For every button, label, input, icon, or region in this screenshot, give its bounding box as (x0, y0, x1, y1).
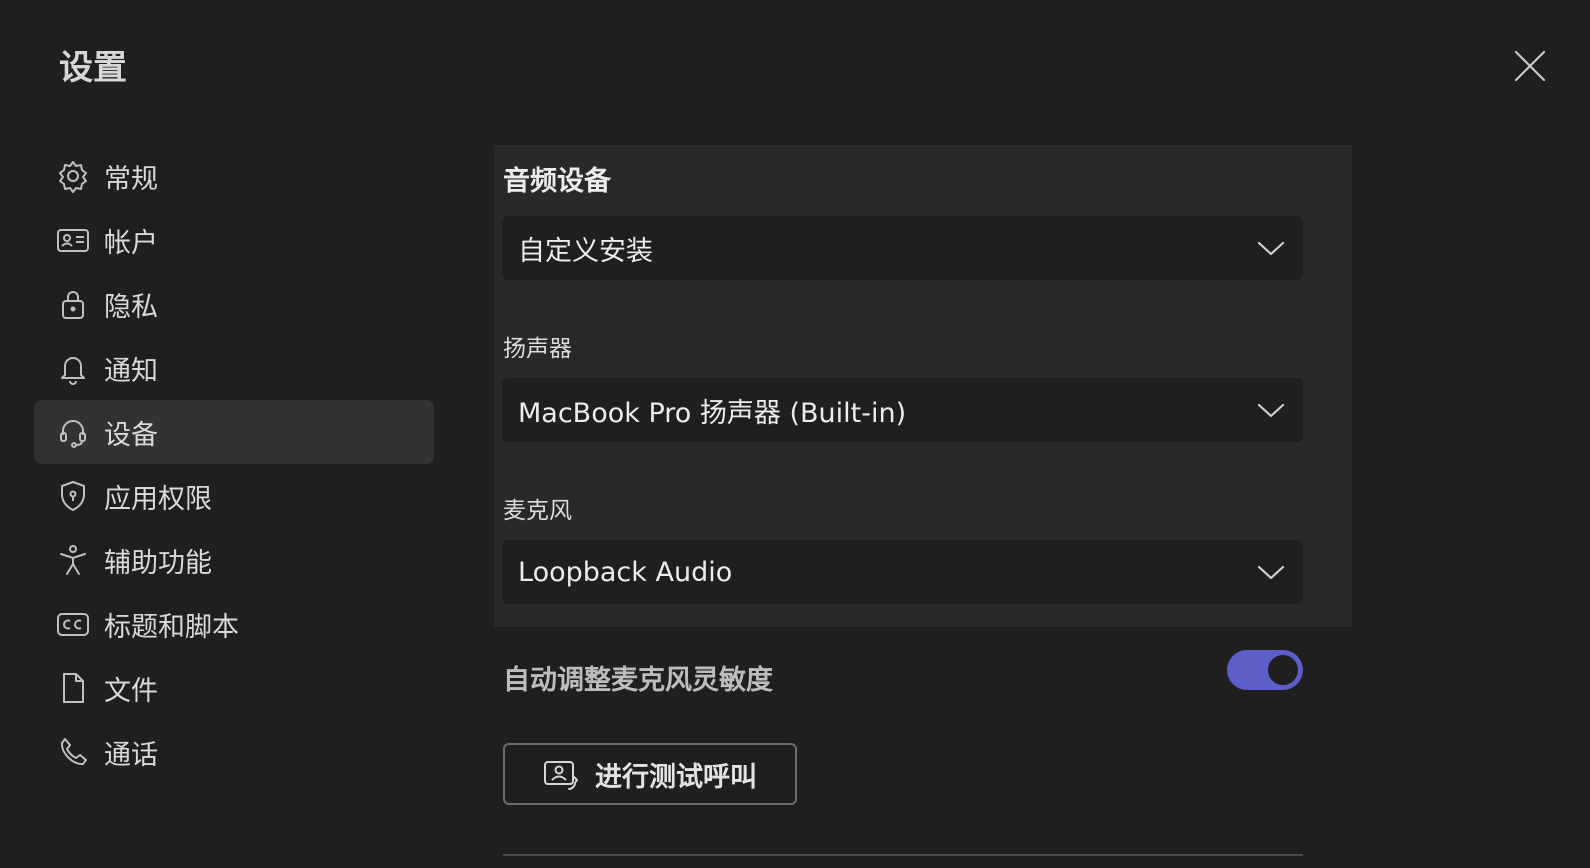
settings-dialog: 设置 常规 帐户 隐私 通知 设备 应用权限 辅助功能 标题和脚本 文件 通话 … (0, 0, 1590, 868)
sidebar-item-label: 设备 (104, 419, 158, 451)
shield-icon (56, 479, 90, 513)
phone-icon (56, 735, 90, 769)
chevron-down-icon (1257, 565, 1285, 580)
select-value: 自定义安装 (518, 235, 653, 267)
microphone-label: 麦克风 (503, 498, 572, 524)
auto-adjust-mic-toggle[interactable] (1227, 650, 1303, 690)
file-icon (56, 671, 90, 705)
toggle-knob (1268, 655, 1298, 685)
closed-captions-icon (56, 607, 90, 641)
page-title: 设置 (59, 48, 127, 88)
sidebar-item-label: 标题和脚本 (104, 611, 239, 643)
select-value: Loopback Audio (518, 556, 733, 588)
microphone-select[interactable]: Loopback Audio (502, 540, 1303, 604)
close-icon (1514, 50, 1546, 82)
chevron-down-icon (1257, 241, 1285, 256)
id-card-icon (56, 223, 90, 257)
sidebar-item-label: 隐私 (104, 291, 158, 323)
sidebar-item-label: 通话 (104, 739, 158, 771)
sidebar-item-captions[interactable]: 标题和脚本 (34, 592, 434, 656)
sidebar-item-label: 应用权限 (104, 483, 212, 515)
sidebar-item-general[interactable]: 常规 (34, 144, 434, 208)
sidebar-item-app-permissions[interactable]: 应用权限 (34, 464, 434, 528)
sidebar-item-label: 通知 (104, 355, 158, 387)
sidebar-item-devices[interactable]: 设备 (34, 400, 434, 464)
test-call-icon (544, 761, 578, 790)
select-value: MacBook Pro 扬声器 (Built-in) (518, 397, 907, 429)
speaker-label: 扬声器 (503, 336, 572, 362)
sidebar-item-label: 辅助功能 (104, 547, 212, 579)
sidebar-item-label: 常规 (104, 163, 158, 195)
sidebar-item-files[interactable]: 文件 (34, 656, 434, 720)
divider (503, 854, 1303, 856)
auto-adjust-mic-label: 自动调整麦克风灵敏度 (503, 665, 773, 696)
sidebar: 常规 帐户 隐私 通知 设备 应用权限 辅助功能 标题和脚本 文件 通话 (34, 144, 434, 784)
lock-icon (56, 287, 90, 321)
sidebar-item-label: 文件 (104, 675, 158, 707)
test-call-label: 进行测试呼叫 (595, 761, 757, 793)
headset-icon (56, 415, 90, 449)
audio-device-select[interactable]: 自定义安装 (502, 216, 1303, 280)
sidebar-item-accessibility[interactable]: 辅助功能 (34, 528, 434, 592)
audio-devices-section: 音频设备 自定义安装 扬声器 MacBook Pro 扬声器 (Built-in… (494, 145, 1352, 627)
bell-icon (56, 351, 90, 385)
gear-icon (56, 159, 90, 193)
sidebar-item-notifications[interactable]: 通知 (34, 336, 434, 400)
accessibility-icon (56, 543, 90, 577)
sidebar-item-calls[interactable]: 通话 (34, 720, 434, 784)
sidebar-item-privacy[interactable]: 隐私 (34, 272, 434, 336)
chevron-down-icon (1257, 403, 1285, 418)
sidebar-item-account[interactable]: 帐户 (34, 208, 434, 272)
sidebar-item-label: 帐户 (104, 227, 158, 259)
close-button[interactable] (1512, 48, 1548, 84)
test-call-button[interactable]: 进行测试呼叫 (503, 743, 797, 805)
section-heading: 音频设备 (503, 166, 611, 197)
speaker-select[interactable]: MacBook Pro 扬声器 (Built-in) (502, 378, 1303, 442)
